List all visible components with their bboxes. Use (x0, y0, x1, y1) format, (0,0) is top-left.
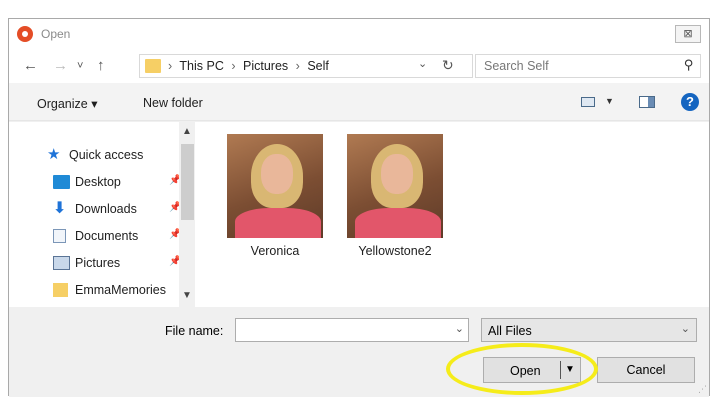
photo-thumbnail (347, 134, 443, 238)
download-icon: ⬇ (53, 200, 67, 217)
breadcrumb-pictures[interactable]: Pictures (243, 59, 288, 73)
folder-icon (53, 283, 68, 297)
breadcrumb-separator: › (168, 59, 173, 73)
open-dialog: Open ⊠ ← → ˅ ↑ › This PC › Pictures › Se… (8, 18, 710, 397)
sidebar-item-label: Documents (75, 229, 139, 243)
navigation-pane: ★ Quick access Desktop 📌 ⬇ Downloads 📌 D… (9, 122, 195, 307)
file-name-field[interactable]: ⌄ (235, 318, 469, 342)
documents-icon (53, 229, 66, 243)
highlight-ellipse (446, 343, 598, 395)
refresh-icon[interactable]: ↻ (442, 57, 454, 74)
breadcrumb-separator: › (231, 59, 236, 73)
forward-button[interactable]: → (53, 58, 68, 74)
sidebar-item-label: EmmaMemories (75, 283, 166, 297)
search-input[interactable]: Search Self ⚲ (475, 54, 701, 78)
photo-thumbnail (227, 134, 323, 238)
search-placeholder: Search Self (484, 59, 549, 73)
file-name: Veronica (250, 244, 300, 258)
sidebar-item-label: Downloads (75, 202, 137, 216)
new-folder-button[interactable]: New folder (143, 96, 203, 110)
file-type-select[interactable]: All Files ⌄ (481, 318, 697, 342)
address-row: ← → ˅ ↑ › This PC › Pictures › Self ⌄ ↻ … (9, 49, 709, 83)
recent-locations-button[interactable]: ˅ (77, 58, 83, 74)
breadcrumb-self[interactable]: Self (307, 59, 329, 73)
sidebar-item-label: Desktop (75, 175, 121, 189)
desktop-icon (53, 175, 70, 189)
file-type-value: All Files (488, 324, 532, 338)
resize-grip-icon[interactable]: ⋰ (698, 384, 707, 395)
sidebar-item-label: Quick access (69, 148, 144, 162)
dialog-footer: File name: ⌄ All Files ⌄ Open ▼ Cancel ⋰ (9, 307, 709, 397)
scrollbar-thumb[interactable] (181, 144, 194, 220)
file-name: Yellowstone2 (358, 244, 432, 258)
scroll-up-icon[interactable]: ▲ (182, 126, 192, 137)
pictures-icon (53, 256, 70, 270)
search-icon[interactable]: ⚲ (684, 57, 694, 73)
breadcrumb-this-pc[interactable]: This PC (179, 59, 223, 73)
back-button[interactable]: ← (23, 58, 38, 74)
breadcrumb-separator: › (295, 59, 300, 73)
up-button[interactable]: ↑ (97, 58, 105, 74)
close-button[interactable]: ⊠ (675, 25, 701, 43)
address-dropdown-icon[interactable]: ⌄ (418, 57, 427, 70)
star-icon: ★ (47, 146, 61, 163)
view-icon[interactable] (581, 97, 595, 107)
organize-button[interactable]: Organize ▾ (37, 96, 97, 111)
chrome-icon (17, 26, 33, 42)
file-item-yellowstone2[interactable]: Yellowstone2 (343, 134, 453, 264)
title-bar: Open ⊠ (9, 19, 709, 49)
folder-icon (145, 59, 161, 73)
view-dropdown-icon[interactable]: ▼ (605, 96, 614, 106)
sidebar-scrollbar[interactable]: ▲ ▼ (179, 122, 195, 307)
toolbar: Organize ▾ New folder ▼ ? (9, 83, 709, 121)
chevron-down-icon[interactable]: ⌄ (455, 322, 464, 335)
help-icon[interactable]: ? (681, 93, 699, 111)
preview-pane-icon[interactable] (639, 96, 655, 108)
file-item-veronica[interactable]: Veronica (223, 134, 333, 264)
dialog-title: Open (41, 27, 71, 41)
chevron-down-icon[interactable]: ⌄ (681, 322, 690, 335)
address-bar[interactable]: › This PC › Pictures › Self ⌄ ↻ (139, 54, 473, 78)
breadcrumb: › This PC › Pictures › Self (168, 59, 333, 73)
cancel-button[interactable]: Cancel (597, 357, 695, 383)
file-name-label: File name: (165, 324, 224, 338)
dialog-body: ★ Quick access Desktop 📌 ⬇ Downloads 📌 D… (9, 122, 709, 307)
sidebar-item-label: Pictures (75, 256, 121, 270)
scroll-down-icon[interactable]: ▼ (182, 290, 192, 301)
